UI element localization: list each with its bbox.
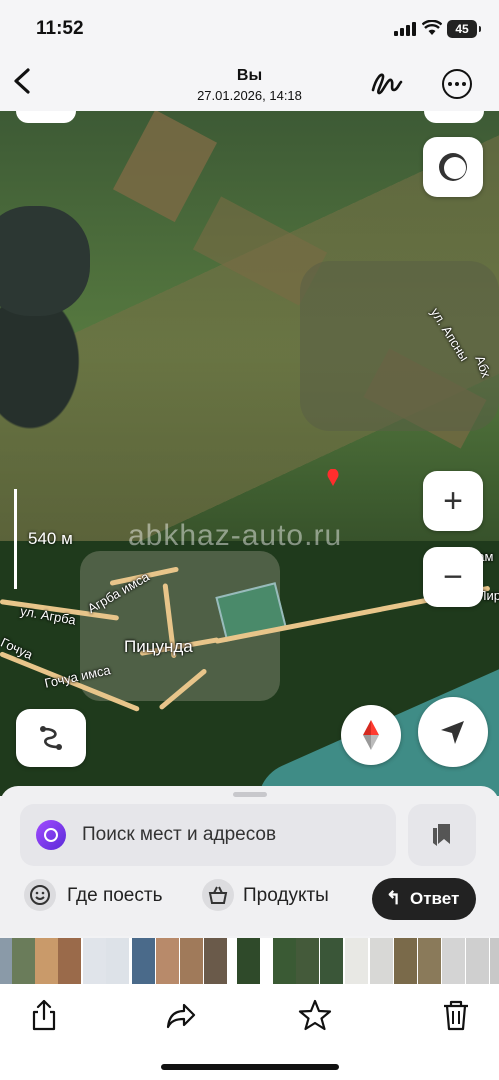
status-bar: 11:52 45 xyxy=(0,0,499,58)
scale-bar xyxy=(14,489,17,589)
forward-icon[interactable] xyxy=(164,998,198,1032)
thumbnail[interactable] xyxy=(58,938,81,984)
clock: 11:52 xyxy=(36,18,84,39)
trash-icon[interactable] xyxy=(439,998,473,1032)
thumbnail[interactable] xyxy=(273,938,296,984)
basket-icon xyxy=(202,879,234,911)
chip-label: Продукты xyxy=(243,885,329,906)
route-icon xyxy=(40,726,62,750)
reply-label: Ответ xyxy=(410,889,460,908)
viewer-header: Вы 27.01.2026, 14:18 xyxy=(0,58,499,111)
thumbnail[interactable] xyxy=(180,938,203,984)
cellular-signal-icon xyxy=(394,22,416,36)
navigation-arrow-icon xyxy=(441,721,464,744)
my-location-button[interactable] xyxy=(418,697,488,767)
chip-label: Где поесть xyxy=(67,885,163,906)
scale-label: 540 м xyxy=(28,529,73,548)
route-button[interactable] xyxy=(16,709,86,767)
satellite-map[interactable]: ул. Апсны Абх ул. Адам Лир ул. Агрба Агр… xyxy=(0,111,499,796)
bottom-toolbar xyxy=(0,984,499,1080)
thumbnail[interactable] xyxy=(345,938,368,984)
reply-arrow-icon: ↰ xyxy=(386,888,402,908)
thumbnail[interactable] xyxy=(490,938,499,984)
thumbnail[interactable] xyxy=(466,938,489,984)
thumbnail[interactable] xyxy=(132,938,155,984)
thumbnail[interactable] xyxy=(35,938,58,984)
map-control-stub[interactable] xyxy=(16,111,76,123)
more-options-button[interactable] xyxy=(442,69,472,99)
thumbnail[interactable] xyxy=(320,938,343,984)
watermark: abkhaz-auto.ru xyxy=(128,519,343,552)
sender-title: Вы xyxy=(236,67,263,84)
thumbnail[interactable] xyxy=(204,938,227,984)
photo-filmstrip[interactable] xyxy=(0,938,499,984)
chip-groceries[interactable]: Продукты xyxy=(202,876,362,916)
share-icon[interactable] xyxy=(27,998,61,1032)
plus-icon: + xyxy=(443,482,463,520)
thumbnail[interactable] xyxy=(12,938,35,984)
village-area xyxy=(300,261,499,431)
alice-assistant-icon[interactable] xyxy=(36,820,66,850)
thumbnail[interactable] xyxy=(83,938,106,984)
thumbnail[interactable] xyxy=(418,938,441,984)
battery-icon: 45 xyxy=(447,20,481,38)
thumbnail[interactable] xyxy=(156,938,179,984)
zoom-out-button[interactable]: − xyxy=(423,547,483,607)
compass-button[interactable] xyxy=(341,705,401,765)
message-timestamp: 27.01.2026, 14:18 xyxy=(197,88,302,103)
layers-icon xyxy=(439,153,467,181)
map-control-stub[interactable] xyxy=(424,111,484,123)
layers-button[interactable] xyxy=(423,137,483,197)
town-label: Пицунда xyxy=(124,637,193,656)
bookmarks-icon xyxy=(433,824,450,846)
location-pin-icon[interactable] xyxy=(327,469,339,487)
home-indicator xyxy=(161,1064,339,1070)
star-icon[interactable] xyxy=(298,998,332,1032)
thumbnail[interactable] xyxy=(394,938,417,984)
search-placeholder: Поиск мест и адресов xyxy=(82,824,277,845)
zoom-in-button[interactable]: + xyxy=(423,471,483,531)
reply-button[interactable]: ↰ Ответ xyxy=(372,878,476,920)
search-bar[interactable]: Поиск мест и адресов xyxy=(20,804,396,866)
compass-icon xyxy=(363,720,379,750)
chip-where-to-eat[interactable]: Где поесть xyxy=(24,876,184,916)
markup-icon[interactable] xyxy=(370,68,404,98)
lake xyxy=(0,206,90,316)
bookmarks-button[interactable] xyxy=(408,804,476,866)
sheet-grabber[interactable] xyxy=(233,792,267,797)
wifi-icon xyxy=(422,20,442,35)
minus-icon: − xyxy=(443,558,463,596)
thumbnail[interactable] xyxy=(442,938,465,984)
thumbnail[interactable] xyxy=(370,938,393,984)
thumbnail[interactable] xyxy=(106,938,129,984)
thumbnail[interactable] xyxy=(296,938,319,984)
smile-icon xyxy=(24,879,56,911)
thumbnail[interactable] xyxy=(237,938,260,984)
